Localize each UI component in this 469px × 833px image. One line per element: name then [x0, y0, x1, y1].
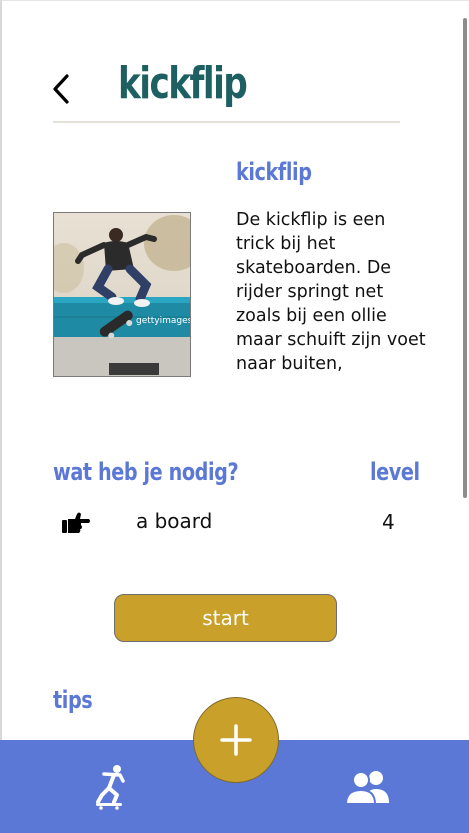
level-value: 4 — [382, 510, 395, 534]
nav-users-button[interactable] — [343, 769, 393, 805]
trick-image: gettyimages — [53, 212, 191, 377]
scrollbar[interactable] — [463, 18, 467, 498]
requirement-label: a board — [136, 509, 213, 533]
title-divider — [53, 121, 400, 123]
trick-description: De kickflip is een trick bij het skatebo… — [236, 210, 426, 374]
app-screen: kickflip kickflip gettyimages De kickfli… — [0, 0, 469, 833]
page-title: kickflip — [118, 58, 248, 109]
level-heading: level — [370, 458, 420, 486]
chevron-left-icon — [53, 74, 69, 104]
skater-icon — [96, 765, 125, 810]
skateboarder-photo: gettyimages — [54, 213, 190, 376]
watermark-text: gettyimages — [136, 316, 190, 326]
requirements-heading: wat heb je nodig? — [53, 458, 239, 486]
frame-top-border — [0, 0, 469, 1]
add-button[interactable] — [193, 697, 279, 783]
trick-heading: kickflip — [236, 158, 312, 186]
pointing-hand-icon — [62, 512, 90, 533]
start-button[interactable]: start — [114, 594, 337, 642]
frame-left-border — [0, 0, 2, 833]
back-button[interactable] — [46, 70, 76, 108]
plus-icon — [220, 724, 252, 756]
nav-skate-button[interactable] — [90, 764, 130, 810]
tips-heading: tips — [53, 686, 93, 714]
users-icon — [344, 771, 389, 805]
